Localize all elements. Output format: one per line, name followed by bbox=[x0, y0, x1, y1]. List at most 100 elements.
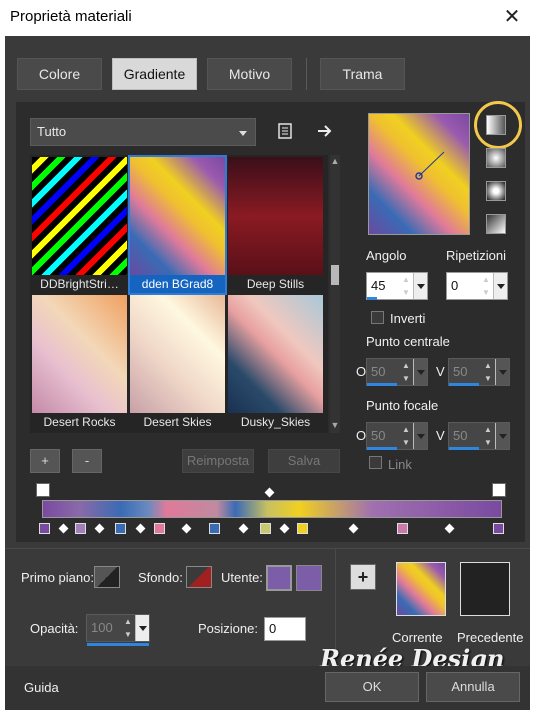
opacity-stop-left[interactable] bbox=[36, 483, 50, 497]
gradient-item[interactable]: Desert Skies bbox=[130, 295, 225, 431]
color-stop[interactable] bbox=[297, 523, 308, 534]
gradient-thumbnail bbox=[130, 295, 225, 413]
angle-label: Angolo bbox=[366, 248, 407, 263]
tab-colore[interactable]: Colore bbox=[17, 58, 102, 90]
opacity-stop-right[interactable] bbox=[492, 483, 506, 497]
tab-gradiente[interactable]: Gradiente bbox=[112, 58, 197, 90]
gradient-item[interactable]: Dusky_Skies bbox=[228, 295, 323, 431]
gradient-editor-bar[interactable] bbox=[42, 500, 502, 518]
user-swatch-secondary[interactable] bbox=[296, 565, 322, 591]
chevron-down-icon[interactable]: ▼ bbox=[330, 420, 340, 430]
position-label: Posizione: bbox=[198, 621, 258, 636]
gradient-item-selected[interactable]: dden BGrad8 bbox=[128, 155, 227, 295]
color-stop[interactable] bbox=[209, 523, 220, 534]
position-field[interactable]: 0 bbox=[264, 617, 306, 641]
tab-motivo[interactable]: Motivo bbox=[207, 58, 292, 90]
chevron-down-icon bbox=[239, 131, 247, 136]
tab-trama[interactable]: Trama bbox=[320, 58, 405, 90]
gradient-item[interactable]: Desert Rocks bbox=[32, 295, 127, 431]
close-icon[interactable]: ✕ bbox=[498, 4, 526, 30]
user-swatch[interactable] bbox=[266, 565, 292, 591]
repeats-dropdown-button[interactable] bbox=[493, 273, 507, 299]
color-stop[interactable] bbox=[115, 523, 126, 534]
invert-label: Inverti bbox=[390, 311, 426, 326]
center-point-label: Punto centrale bbox=[366, 334, 450, 349]
focal-v-value: 50 bbox=[453, 428, 468, 443]
current-preview bbox=[396, 562, 446, 616]
center-v-value: 50 bbox=[453, 364, 468, 379]
color-stop[interactable] bbox=[260, 523, 271, 534]
color-stop[interactable] bbox=[154, 523, 165, 534]
color-stop[interactable] bbox=[75, 523, 86, 534]
opacity-stepper[interactable]: ▲ ▼ bbox=[122, 615, 134, 641]
angle-value: 45 bbox=[371, 278, 386, 293]
foreground-swatch[interactable] bbox=[94, 566, 120, 588]
radial-style-icon[interactable] bbox=[486, 214, 506, 234]
save-button[interactable]: Salva bbox=[268, 449, 340, 473]
add-gradient-button[interactable]: + bbox=[30, 449, 60, 473]
center-v-stepper[interactable]: ▲ ▼ bbox=[482, 359, 494, 385]
rectangular-style-icon[interactable] bbox=[486, 148, 506, 168]
center-o-stepper[interactable]: ▲ ▼ bbox=[400, 359, 412, 385]
focal-o-slider bbox=[367, 447, 397, 450]
color-stop[interactable] bbox=[397, 523, 408, 534]
gradient-name: Deep Stills bbox=[246, 277, 305, 291]
gradient-name: Desert Skies bbox=[143, 415, 212, 429]
focal-o-stepper[interactable]: ▲ ▼ bbox=[400, 423, 412, 449]
window-title: Proprietà materiali bbox=[10, 8, 132, 25]
add-to-swatches-button[interactable]: + bbox=[350, 564, 376, 590]
chevron-up-icon[interactable]: ▲ bbox=[330, 156, 340, 166]
focal-v-stepper[interactable]: ▲ ▼ bbox=[482, 423, 494, 449]
center-v-slider bbox=[449, 383, 479, 386]
invert-checkbox[interactable] bbox=[371, 311, 384, 324]
category-value: Tutto bbox=[37, 124, 67, 139]
gradient-preview[interactable] bbox=[368, 113, 470, 235]
gradient-item[interactable]: DDBrightStri… bbox=[32, 157, 127, 293]
color-stop[interactable] bbox=[493, 523, 504, 534]
gradient-thumbnail bbox=[32, 295, 127, 413]
position-value: 0 bbox=[269, 621, 277, 636]
background-swatch[interactable] bbox=[186, 566, 212, 588]
reset-button[interactable]: Reimposta bbox=[182, 449, 254, 473]
gradient-thumbnail bbox=[228, 157, 323, 275]
cancel-button[interactable]: Annulla bbox=[426, 672, 520, 702]
focal-v-dropdown[interactable] bbox=[495, 423, 509, 449]
repeats-stepper[interactable]: ▲ ▼ bbox=[480, 273, 492, 299]
foreground-label: Primo piano: bbox=[21, 570, 94, 585]
angle-slider-fill bbox=[367, 297, 377, 300]
remove-gradient-button[interactable]: - bbox=[72, 449, 102, 473]
sunburst-style-icon[interactable] bbox=[486, 181, 506, 201]
gradient-item[interactable]: Deep Stills bbox=[228, 157, 323, 293]
focal-point-label: Punto focale bbox=[366, 398, 439, 413]
center-o-value: 50 bbox=[371, 364, 386, 379]
current-label: Corrente bbox=[392, 630, 443, 645]
color-stop[interactable] bbox=[39, 523, 50, 534]
focal-v-label: V bbox=[436, 428, 445, 443]
focal-v-slider bbox=[449, 447, 479, 450]
ok-button[interactable]: OK bbox=[325, 672, 419, 702]
library-scrollbar[interactable] bbox=[330, 155, 340, 433]
focal-o-label: O bbox=[356, 428, 367, 443]
link-checkbox[interactable] bbox=[369, 456, 382, 469]
previous-preview[interactable] bbox=[460, 562, 510, 616]
gradient-thumbnail bbox=[32, 157, 127, 275]
gradient-thumbnail bbox=[130, 157, 225, 275]
center-v-dropdown[interactable] bbox=[495, 359, 509, 385]
repeats-label: Ripetizioni bbox=[446, 248, 506, 263]
angle-stepper[interactable]: ▲ ▼ bbox=[400, 273, 412, 299]
center-o-dropdown[interactable] bbox=[413, 359, 427, 385]
focal-o-dropdown[interactable] bbox=[413, 423, 427, 449]
help-link[interactable]: Guida bbox=[24, 680, 59, 695]
center-o-label: O bbox=[356, 364, 367, 379]
divider bbox=[335, 548, 336, 658]
previous-label: Precedente bbox=[457, 630, 524, 645]
scrollbar-thumb[interactable] bbox=[331, 265, 339, 285]
linear-style-icon[interactable] bbox=[486, 115, 506, 135]
angle-dropdown-button[interactable] bbox=[413, 273, 427, 299]
tab-separator bbox=[306, 58, 307, 90]
category-dropdown[interactable]: Tutto bbox=[30, 118, 256, 146]
arrow-right-icon[interactable] bbox=[316, 122, 334, 140]
gradient-name: DDBrightStri… bbox=[40, 277, 119, 291]
opacity-dropdown[interactable] bbox=[135, 615, 149, 641]
document-icon[interactable] bbox=[276, 122, 294, 140]
